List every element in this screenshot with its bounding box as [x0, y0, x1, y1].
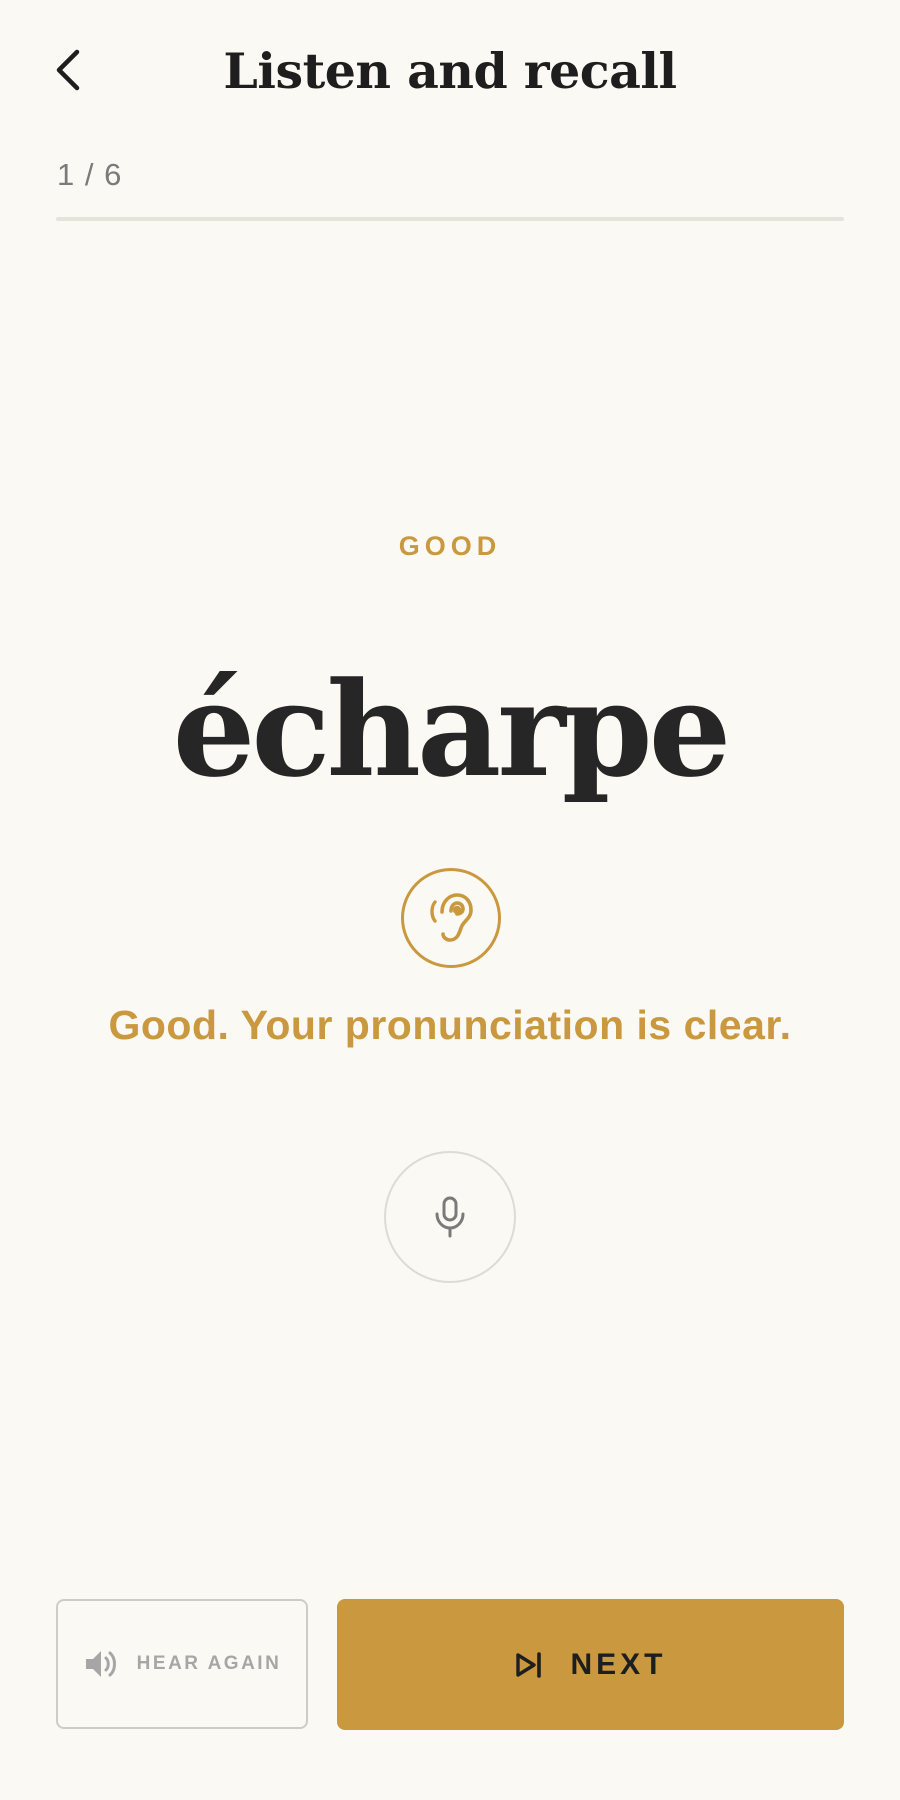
- speaker-icon: [83, 1647, 119, 1681]
- next-label: NEXT: [570, 1647, 667, 1681]
- target-word: écharpe: [172, 653, 732, 806]
- progress-bar: [56, 217, 844, 221]
- rating-label: GOOD: [398, 531, 502, 561]
- record-button[interactable]: [384, 1151, 516, 1283]
- hear-again-button[interactable]: HEAR AGAIN: [56, 1599, 308, 1729]
- header: Listen and recall: [0, 0, 900, 140]
- listening-badge: [401, 868, 501, 968]
- microphone-icon: [432, 1195, 468, 1239]
- feedback-message: Good. Your pronunciation is clear.: [108, 1002, 792, 1048]
- next-button[interactable]: NEXT: [337, 1599, 844, 1730]
- hear-again-label: HEAR AGAIN: [136, 1653, 282, 1674]
- progress-counter: 1 / 6: [57, 157, 123, 192]
- ear-icon: [426, 890, 476, 946]
- skip-next-icon: [514, 1651, 544, 1679]
- page-title: Listen and recall: [223, 42, 677, 100]
